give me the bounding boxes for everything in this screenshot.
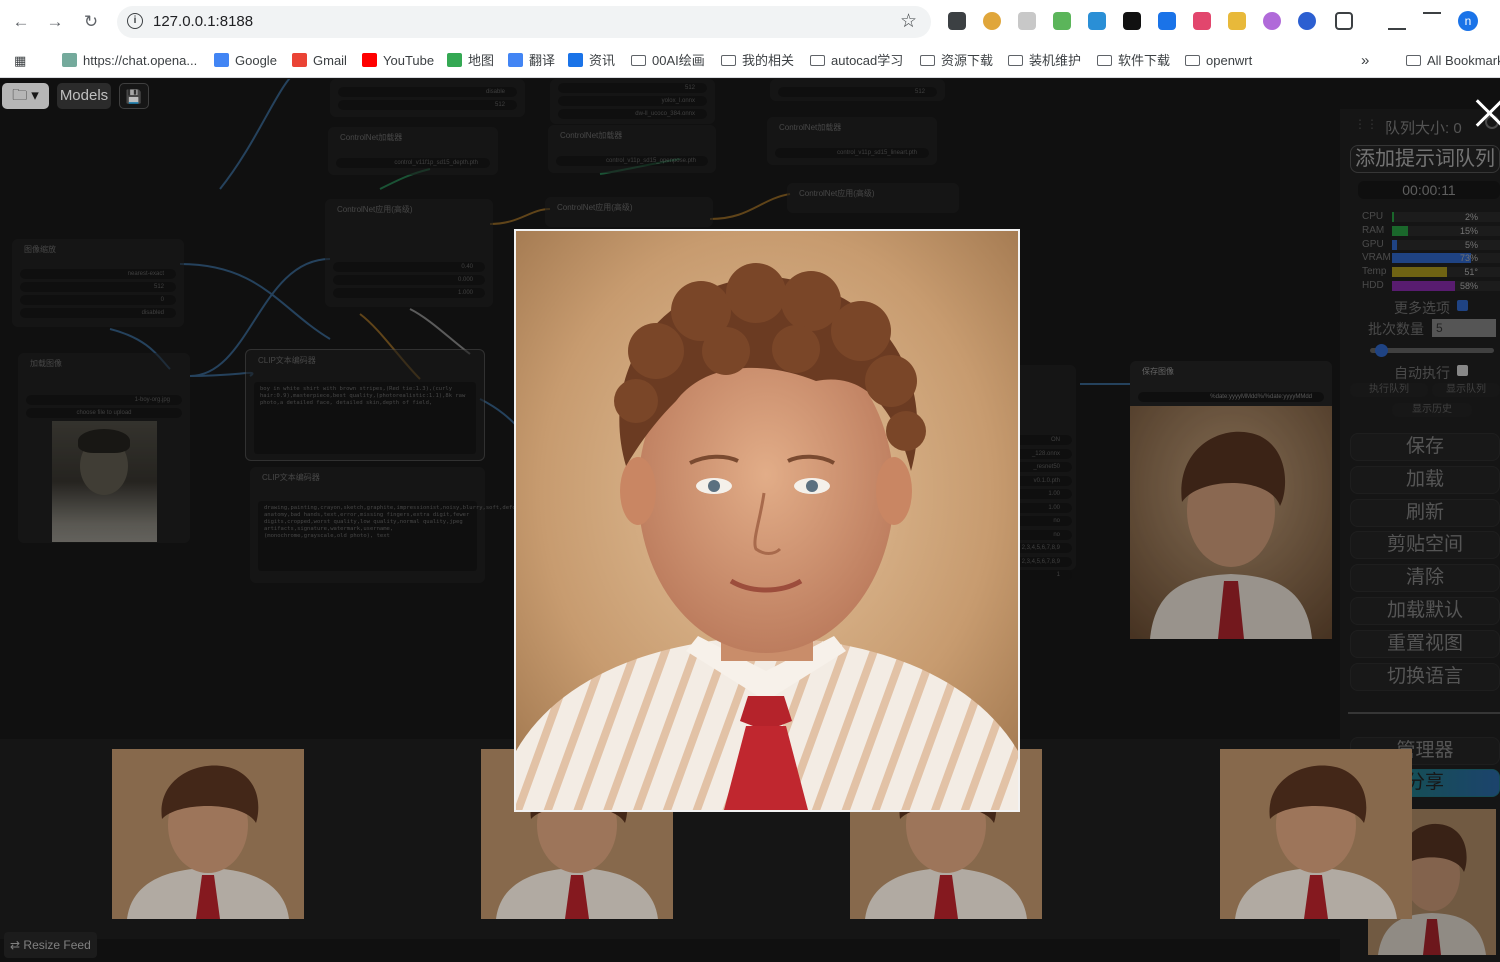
- bookmark-label: Google: [235, 53, 277, 68]
- extension-icon[interactable]: [1263, 12, 1281, 30]
- bookmark-label: 资源下载: [941, 53, 994, 68]
- bookmark-item[interactable]: YouTube: [362, 51, 434, 71]
- bookmark-label: 软件下载: [1118, 53, 1171, 68]
- url-text[interactable]: 127.0.0.1:8188: [153, 13, 253, 30]
- favicon-icon: [447, 53, 462, 67]
- bookmark-label: https://chat.opena...: [83, 53, 198, 68]
- bookmark-star-icon[interactable]: ☆: [900, 10, 917, 33]
- favicon-icon: [292, 53, 307, 67]
- bookmark-label: autocad学习: [831, 53, 904, 68]
- lab-flask-icon[interactable]: [1388, 12, 1406, 30]
- extensions-puzzle-icon[interactable]: [1335, 12, 1353, 30]
- folder-icon: [721, 55, 736, 66]
- folder-icon: [1097, 55, 1112, 66]
- address-bar[interactable]: i 127.0.0.1:8188 ☆: [117, 6, 931, 38]
- bookmark-item[interactable]: openwrt: [1185, 51, 1252, 71]
- browser-toolbar: ← → ↻ i 127.0.0.1:8188 ☆ n: [0, 0, 1500, 44]
- lightbox-image[interactable]: [514, 229, 1020, 812]
- extension-icon[interactable]: [1123, 12, 1141, 30]
- bookmark-label: 翻译: [529, 53, 556, 68]
- folder-icon: [1406, 55, 1421, 66]
- apps-grid-icon[interactable]: ▦: [14, 51, 34, 71]
- bookmarks-overflow-icon[interactable]: »: [1361, 51, 1369, 71]
- site-info-icon[interactable]: i: [127, 13, 143, 29]
- bookmark-label: 00AI绘画: [652, 53, 705, 68]
- bookmark-label: 装机维护: [1029, 53, 1082, 68]
- bookmark-item[interactable]: 地图: [447, 51, 494, 71]
- favicon-icon: [62, 53, 77, 67]
- folder-icon: [810, 55, 825, 66]
- profile-avatar[interactable]: n: [1458, 11, 1478, 31]
- folder-icon: [631, 55, 646, 66]
- folder-icon: [1008, 55, 1023, 66]
- extension-icon[interactable]: [1158, 12, 1176, 30]
- bookmark-label: 地图: [468, 53, 495, 68]
- close-lightbox-icon[interactable]: [1474, 98, 1500, 128]
- bookmark-item[interactable]: 资源下载: [920, 51, 993, 71]
- ai-extension-icon[interactable]: [1298, 12, 1316, 30]
- cookie-extension-icon[interactable]: [983, 12, 1001, 30]
- favicon-icon: [362, 53, 377, 67]
- favicon-icon: [214, 53, 229, 67]
- forward-arrow-icon[interactable]: →: [43, 10, 67, 34]
- bookmark-item[interactable]: 我的相关: [721, 51, 794, 71]
- bookmark-item[interactable]: https://chat.opena...: [62, 51, 197, 71]
- bookmark-item[interactable]: 软件下载: [1097, 51, 1170, 71]
- reload-icon[interactable]: ↻: [79, 10, 103, 34]
- portrait-image: [516, 231, 1018, 810]
- favicon-icon: [508, 53, 523, 67]
- bookmark-label: YouTube: [383, 53, 435, 68]
- bookmark-label: openwrt: [1206, 53, 1253, 68]
- translate-extension-icon[interactable]: [1193, 12, 1211, 30]
- folder-icon: [920, 55, 935, 66]
- bookmarks-bar: ▦ https://chat.opena... Google Gmail YouTub…: [0, 44, 1500, 78]
- bookmark-label: 我的相关: [742, 53, 795, 68]
- bookmark-label: 资讯: [589, 53, 616, 68]
- media-control-icon[interactable]: [1423, 12, 1441, 30]
- bookmark-item[interactable]: 00AI绘画: [631, 51, 705, 71]
- bookmark-item[interactable]: autocad学习: [810, 51, 903, 71]
- extension-icon[interactable]: [1018, 12, 1036, 30]
- all-bookmarks-folder[interactable]: All Bookmarks: [1406, 51, 1500, 71]
- bookmark-item[interactable]: Google: [214, 51, 277, 71]
- back-arrow-icon[interactable]: ←: [9, 10, 33, 34]
- bookmark-item[interactable]: 装机维护: [1008, 51, 1081, 71]
- extension-icon[interactable]: [1228, 12, 1246, 30]
- bookmark-label: Gmail: [313, 53, 347, 68]
- bookmark-item[interactable]: 资讯: [568, 51, 615, 71]
- extension-icon[interactable]: [1088, 12, 1106, 30]
- bookmark-item[interactable]: Gmail: [292, 51, 347, 71]
- favicon-icon: [568, 53, 583, 67]
- extension-icon[interactable]: [948, 12, 966, 30]
- bookmark-item[interactable]: 翻译: [508, 51, 555, 71]
- folder-icon: [1185, 55, 1200, 66]
- extension-icon[interactable]: [1053, 12, 1071, 30]
